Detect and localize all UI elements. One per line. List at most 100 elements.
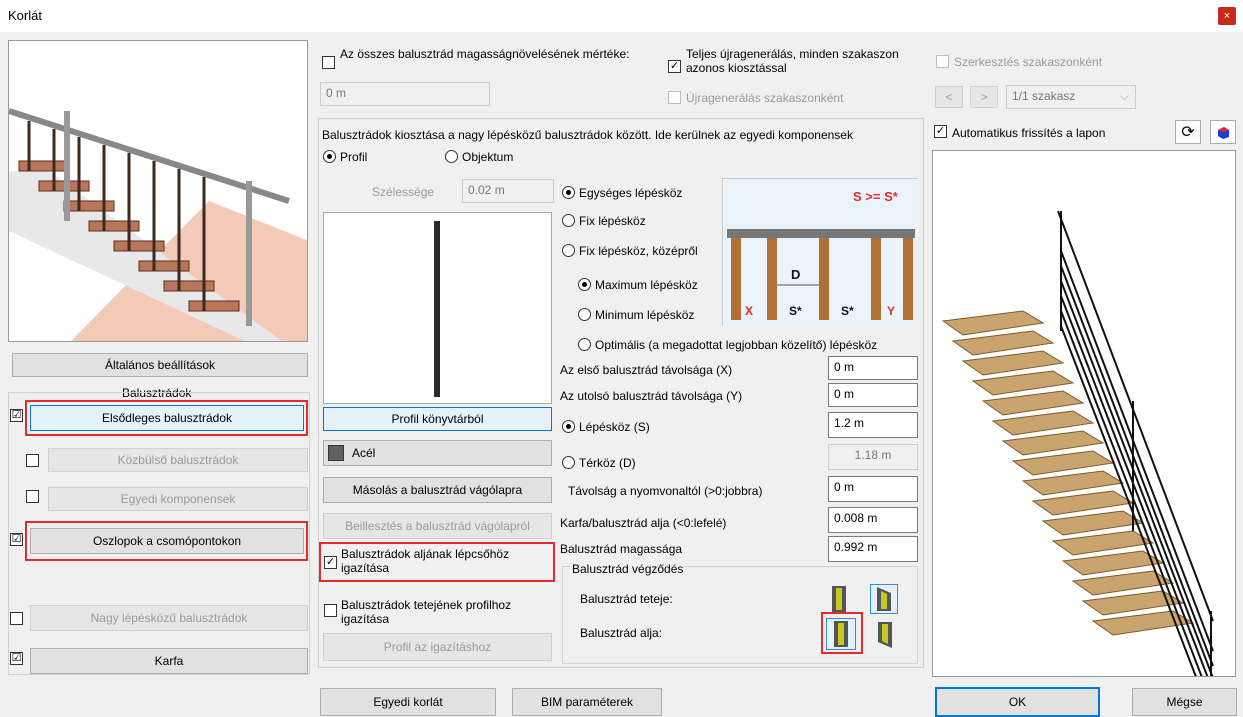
minimum-spacing-radio[interactable] xyxy=(578,308,591,321)
spacing-diagram: D X S* S* Y S >= S* xyxy=(722,178,919,327)
rail-bottom-label: Karfa/balusztrád alja (<0:lefelé) xyxy=(560,516,727,530)
window-title: Korlát xyxy=(8,8,42,23)
regen-section-checkbox[interactable] xyxy=(668,91,681,104)
top-ending-angled-icon[interactable] xyxy=(870,584,898,614)
align-bottom-highlight xyxy=(319,542,555,582)
large-step-balusters-button[interactable]: Nagy lépésközű balusztrádok xyxy=(30,605,308,631)
align-top-label: Balusztrádok tetejének profilhoz igazítá… xyxy=(341,598,512,626)
ending-bottom-label: Balusztrád alja: xyxy=(580,626,663,640)
height-increase-checkbox[interactable] xyxy=(322,56,335,69)
diagram-formula: S >= S* xyxy=(853,189,899,204)
close-button[interactable]: × xyxy=(1218,7,1236,25)
diagram-x-label: X xyxy=(745,304,753,318)
width-label: Szélessége xyxy=(372,185,435,199)
3d-view-icon[interactable] xyxy=(1210,120,1236,144)
handrail-checkbox[interactable]: ☑ xyxy=(10,652,23,665)
profile-library-button[interactable]: Profil könyvtárból xyxy=(323,407,552,431)
3d-preview-pane[interactable] xyxy=(932,150,1236,677)
handrail-button[interactable]: Karfa xyxy=(30,648,308,674)
ending-top-label: Balusztrád teteje: xyxy=(580,592,673,606)
profile-radio-label: Profil xyxy=(340,150,368,164)
prev-section-button[interactable]: < xyxy=(935,86,963,108)
fixed-center-spacing-radio[interactable] xyxy=(562,244,575,257)
last-distance-label: Az utolsó balusztrád távolsága (Y) xyxy=(560,389,743,403)
height-increase-label: Az összes balusztrád magasságnövelésének… xyxy=(340,47,630,61)
baluster-height-label: Balusztrád magassága xyxy=(560,542,683,556)
first-distance-input[interactable]: 0 m xyxy=(828,356,918,380)
paste-baluster-button[interactable]: Beillesztés a balusztrád vágólapról xyxy=(323,513,552,539)
step-radio[interactable] xyxy=(562,420,575,433)
step-input[interactable]: 1.2 m xyxy=(828,412,918,438)
railing-preview-image xyxy=(8,40,308,342)
edit-section-label: Szerkesztés szakaszonként xyxy=(954,55,1103,69)
intermediate-balusters-button[interactable]: Közbülső balusztrádok xyxy=(48,448,308,472)
optimal-spacing-radio[interactable] xyxy=(578,338,591,351)
maximum-spacing-label: Maximum lépésköz xyxy=(595,278,698,292)
gap-input[interactable]: 1.18 m xyxy=(828,444,918,470)
fixed-center-spacing-label: Fix lépésköz, középről xyxy=(579,244,698,258)
fixed-spacing-radio[interactable] xyxy=(562,214,575,227)
diagram-s2-label: S* xyxy=(841,304,854,318)
material-button[interactable]: Acél xyxy=(323,440,552,466)
maximum-spacing-radio[interactable] xyxy=(578,278,591,291)
title-bar xyxy=(0,0,1243,32)
node-posts-checkbox[interactable]: ☑ xyxy=(10,533,23,546)
bottom-ending-highlight xyxy=(821,612,863,654)
section-select[interactable]: 1/1 szakasz ⌵ xyxy=(1006,85,1136,109)
bottom-ending-angled-icon[interactable] xyxy=(872,620,898,650)
uniform-spacing-radio[interactable] xyxy=(562,186,575,199)
path-distance-label: Távolság a nyomvonaltól (>0:jobbra) xyxy=(568,484,763,498)
ending-group-box xyxy=(562,566,918,664)
chevron-down-icon: ⌵ xyxy=(1119,89,1129,103)
step-label: Lépésköz (S) xyxy=(579,420,650,434)
gap-label: Térköz (D) xyxy=(579,456,636,470)
material-label: Acél xyxy=(352,446,376,460)
full-regen-checkbox[interactable]: ✓ xyxy=(668,60,681,73)
path-distance-input[interactable]: 0 m xyxy=(828,476,918,502)
profile-preview xyxy=(323,212,552,404)
optimal-spacing-label: Optimális (a megadottat legjobban közelí… xyxy=(595,338,878,352)
next-section-button[interactable]: > xyxy=(970,86,998,108)
object-radio[interactable] xyxy=(445,150,458,163)
large-step-balusters-checkbox[interactable] xyxy=(10,612,23,625)
diagram-y-label: Y xyxy=(887,304,895,318)
profile-align-button[interactable]: Profil az igazításhoz xyxy=(323,633,552,661)
fixed-spacing-label: Fix lépésköz xyxy=(579,214,646,228)
copy-baluster-button[interactable]: Másolás a balusztrád vágólapra xyxy=(323,477,552,503)
full-regen-label: Teljes újragenerálás, minden szakaszon a… xyxy=(686,47,899,75)
rail-bottom-input[interactable]: 0.008 m xyxy=(828,507,918,533)
general-settings-button[interactable]: Általános beállítások xyxy=(12,353,308,377)
height-increase-input[interactable]: 0 m xyxy=(320,82,490,106)
custom-components-checkbox[interactable] xyxy=(26,490,39,503)
node-posts-highlight xyxy=(25,521,308,561)
custom-railing-button[interactable]: Egyedi korlát xyxy=(320,688,496,716)
cancel-button[interactable]: Mégse xyxy=(1132,688,1237,716)
top-ending-flat-icon[interactable] xyxy=(826,584,852,614)
uniform-spacing-label: Egységes lépésköz xyxy=(579,186,683,200)
regen-section-label: Újragenerálás szakaszonként xyxy=(686,91,844,105)
ok-button[interactable]: OK xyxy=(935,687,1100,717)
ending-group-title: Balusztrád végződés xyxy=(570,562,686,576)
profile-radio[interactable] xyxy=(323,150,336,163)
auto-refresh-checkbox[interactable]: ✓ xyxy=(934,125,947,138)
gap-radio[interactable] xyxy=(562,456,575,469)
bim-parameters-button[interactable]: BIM paraméterek xyxy=(512,688,662,716)
last-distance-input[interactable]: 0 m xyxy=(828,383,918,407)
section-select-value: 1/1 szakasz xyxy=(1012,89,1076,103)
diagram-d-label: D xyxy=(791,267,800,282)
auto-refresh-label: Automatikus frissítés a lapon xyxy=(952,126,1106,140)
distribution-group-title: Balusztrádok kiosztása a nagy lépésközű … xyxy=(322,128,853,142)
primary-balusters-highlight xyxy=(25,400,308,436)
align-top-checkbox[interactable] xyxy=(324,604,337,617)
diagram-s1-label: S* xyxy=(789,304,802,318)
baluster-height-input[interactable]: 0.992 m xyxy=(828,536,918,562)
material-swatch xyxy=(328,445,344,461)
primary-balusters-checkbox[interactable]: ☑ xyxy=(10,409,23,422)
refresh-icon[interactable]: ⟳ xyxy=(1175,120,1201,144)
intermediate-balusters-checkbox[interactable] xyxy=(26,454,39,467)
minimum-spacing-label: Minimum lépésköz xyxy=(595,308,695,322)
edit-section-checkbox[interactable] xyxy=(936,55,949,68)
object-radio-label: Objektum xyxy=(462,150,514,164)
width-input[interactable]: 0.02 m xyxy=(462,179,554,203)
custom-components-button[interactable]: Egyedi komponensek xyxy=(48,487,308,511)
